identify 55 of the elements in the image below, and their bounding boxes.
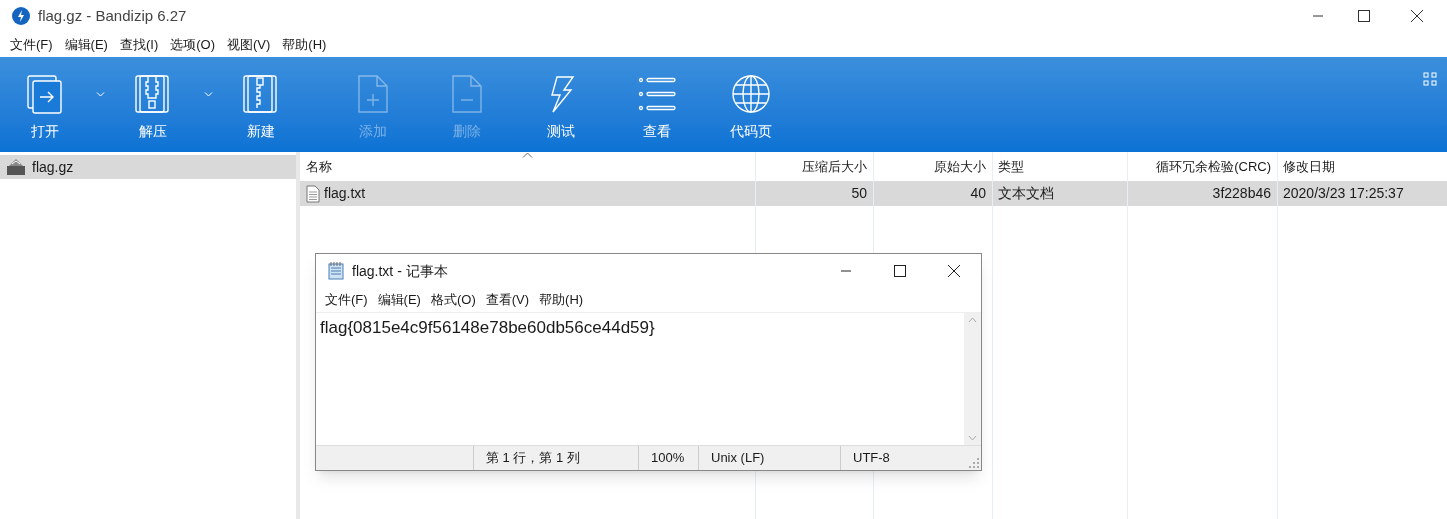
column-header[interactable]: 压缩后大小: [755, 152, 873, 181]
resize-grip-icon: [969, 458, 979, 468]
menu-item[interactable]: 帮助(H): [534, 290, 589, 310]
table-cell-text: flag.txt: [324, 184, 366, 203]
toolbar-button[interactable]: 解压: [113, 57, 193, 152]
menu-item[interactable]: 视图(V): [221, 34, 277, 55]
text-area[interactable]: flag{0815e4c9f56148e78be60db56ce44d59}: [316, 313, 964, 445]
table-cell-text: 文本文档: [998, 184, 1054, 203]
menu-item[interactable]: 查看(V): [480, 290, 535, 310]
table-cell-text: 40: [970, 184, 986, 203]
toolbar-button[interactable]: 查看: [617, 57, 697, 152]
column-header[interactable]: 修改日期: [1277, 152, 1437, 181]
scroll-down-icon[interactable]: [968, 435, 977, 441]
close-icon: [948, 265, 960, 277]
column-header[interactable]: 类型: [992, 152, 1127, 181]
menu-item[interactable]: 格式(O): [425, 290, 481, 310]
table-cell-text: 2020/3/23 17:25:37: [1283, 184, 1404, 203]
status-text: 100%: [651, 449, 685, 468]
scroll-up-icon[interactable]: [968, 317, 977, 323]
caret-icon: [203, 91, 213, 97]
menu-item[interactable]: 文件(F): [4, 34, 59, 55]
archive-icon: [6, 158, 26, 176]
menu-item[interactable]: 文件(F): [320, 290, 373, 310]
status-text: 第 1 行，第 1 列: [486, 449, 580, 468]
maximize-icon: [894, 265, 906, 277]
status-text: UTF-8: [853, 449, 890, 468]
menu-item[interactable]: 编辑(E): [58, 34, 114, 55]
window-title: flag.gz - Bandizip 6.27: [38, 5, 187, 26]
toolbar-button[interactable]: 新建: [221, 57, 301, 152]
toolbar-button[interactable]: 打开: [5, 57, 85, 152]
notepad-icon: [328, 262, 344, 280]
menu-item[interactable]: 查找(I): [113, 34, 165, 55]
menu-item[interactable]: 帮助(H): [276, 34, 333, 55]
app-logo-icon: [12, 7, 30, 25]
globe-icon: [731, 74, 771, 114]
menu-item[interactable]: 编辑(E): [372, 290, 426, 310]
table-cell-text: 50: [851, 184, 867, 203]
table-row[interactable]: flag.txt 50 40 文本文档 3f228b46 2020/3/23 17:25:37: [300, 181, 1447, 206]
close-icon: [1411, 10, 1423, 22]
column-header[interactable]: 循环冗余检验(CRC): [1127, 152, 1277, 181]
column-header[interactable]: 原始大小: [873, 152, 992, 181]
page-arrow-icon: [25, 74, 65, 114]
status-text: Unix (LF): [711, 449, 765, 468]
menu-item[interactable]: 选项(O): [164, 34, 221, 55]
tree-item[interactable]: flag.gz: [0, 155, 296, 179]
notepad-title: flag.txt - 记事本: [352, 261, 448, 281]
toolbar-button[interactable]: 代码页: [711, 57, 791, 152]
grid-icon[interactable]: [1423, 72, 1437, 86]
table-cell-text: 3f228b46: [1212, 184, 1271, 203]
caret-icon: [95, 91, 105, 97]
document-icon: [306, 184, 320, 203]
scrollbar[interactable]: [964, 313, 981, 445]
toolbar-button[interactable]: 测试: [521, 57, 601, 152]
maximize-icon: [1358, 10, 1370, 22]
column-header[interactable]: 名称: [300, 152, 755, 181]
